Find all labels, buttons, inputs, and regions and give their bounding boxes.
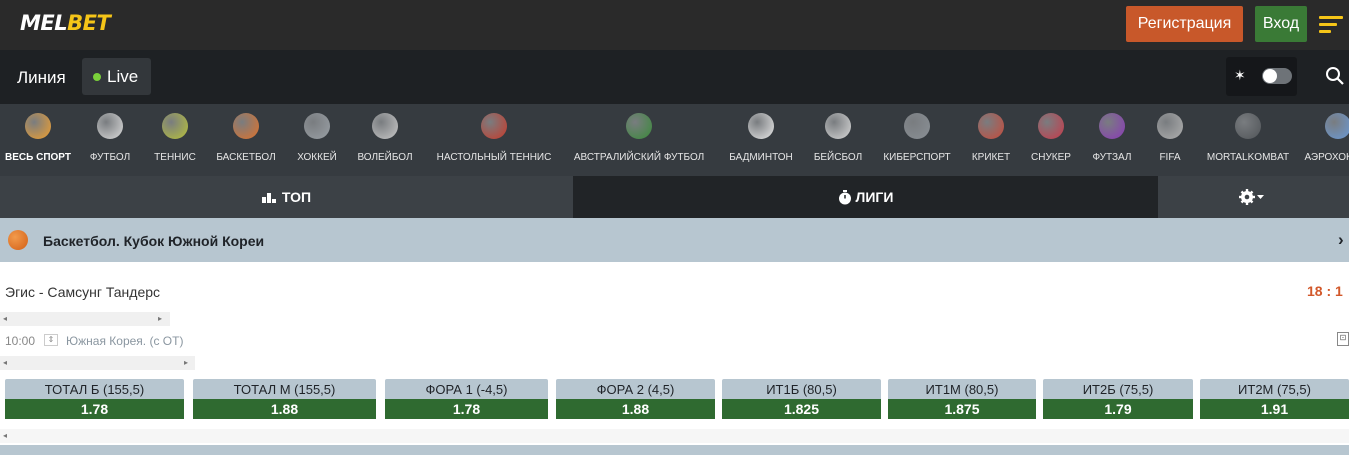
horizontal-scrollbar[interactable]: ◂ ▸ bbox=[0, 312, 170, 326]
basketball-icon bbox=[233, 113, 259, 139]
odds-value-button[interactable]: 1.91 bbox=[1200, 399, 1349, 419]
league-header[interactable]: Баскетбол. Кубок Южной Кореи › bbox=[0, 218, 1349, 262]
baseball-icon bbox=[825, 113, 851, 139]
nav-live-button[interactable]: Live bbox=[82, 58, 151, 95]
sport-label: Австралийский футбол bbox=[573, 152, 705, 163]
register-button[interactable]: Регистрация bbox=[1126, 6, 1243, 42]
sport-label: FIFA bbox=[1159, 152, 1181, 163]
sort-arrows-icon[interactable]: ⇕ bbox=[44, 334, 58, 346]
sport-item-volleyball[interactable]: Волейбол bbox=[325, 104, 445, 176]
bar-chart-icon bbox=[261, 193, 276, 203]
mortalkombat-icon bbox=[1235, 113, 1261, 139]
theme-toggle[interactable]: ✶ bbox=[1226, 57, 1297, 96]
sports-bar: Весь спорт Футбол Теннис Баскетбол Хоккей Вол… bbox=[0, 104, 1349, 176]
odds-value-button[interactable]: 1.88 bbox=[556, 399, 715, 419]
chevron-right-icon[interactable]: › bbox=[1338, 230, 1344, 250]
sport-label: Волейбол bbox=[357, 152, 413, 163]
badminton-icon bbox=[748, 113, 774, 139]
top-header: MELBET Регистрация Вход bbox=[0, 0, 1349, 50]
odds-label: ИТ1Б (80,5) bbox=[722, 379, 881, 399]
odds-value-button[interactable]: 1.78 bbox=[5, 399, 184, 419]
horizontal-scrollbar[interactable]: ◂ ▸ bbox=[0, 356, 195, 370]
all-sports-icon bbox=[25, 113, 51, 139]
air-hockey-icon bbox=[1325, 113, 1349, 139]
odds-label: ИТ2М (75,5) bbox=[1200, 379, 1349, 399]
match-teams[interactable]: Эгис - Самсунг Тандерс bbox=[5, 284, 160, 300]
esports-icon bbox=[904, 113, 930, 139]
odds-label: ТОТАЛ Б (155,5) bbox=[5, 379, 184, 399]
odds-label: ИТ1М (80,5) bbox=[888, 379, 1036, 399]
tab-settings[interactable] bbox=[1158, 176, 1349, 218]
match-card: Эгис - Самсунг Тандерс 18 : 1 ◂ ▸ 10:00 ⇕… bbox=[0, 262, 1349, 455]
sport-item-aussie-football[interactable]: Австралийский футбол bbox=[574, 104, 704, 176]
toggle-switch[interactable] bbox=[1262, 68, 1292, 84]
odds-cell[interactable]: ТОТАЛ Б (155,5) 1.78 bbox=[5, 379, 184, 419]
sparkle-icon: ✶ bbox=[1234, 67, 1246, 83]
sport-label: Настольный теннис bbox=[436, 152, 552, 163]
tab-top[interactable]: ТОП bbox=[0, 176, 573, 218]
next-league-strip bbox=[0, 445, 1349, 455]
horizontal-scrollbar[interactable]: ◂ bbox=[0, 429, 1349, 443]
melbet-logo[interactable]: MELBET bbox=[20, 11, 111, 35]
search-icon[interactable] bbox=[1324, 65, 1346, 87]
odds-cell[interactable]: ТОТАЛ М (155,5) 1.88 bbox=[193, 379, 376, 419]
sport-label: Бейсбол bbox=[813, 152, 863, 163]
tab-leagues[interactable]: ЛИГИ bbox=[573, 176, 1158, 218]
odds-cell[interactable]: ФОРА 2 (4,5) 1.88 bbox=[556, 379, 715, 419]
match-country: Южная Корея. (с ОТ) bbox=[66, 334, 184, 348]
tennis-icon bbox=[162, 113, 188, 139]
tabs-bar: ТОП ЛИГИ bbox=[0, 176, 1349, 218]
odds-label: ФОРА 1 (-4,5) bbox=[385, 379, 548, 399]
basketball-icon bbox=[8, 230, 28, 250]
expand-icon[interactable]: ⊡ bbox=[1337, 332, 1349, 346]
gear-icon bbox=[1238, 189, 1264, 205]
stopwatch-icon bbox=[838, 189, 851, 204]
odds-cell[interactable]: ИТ2М (75,5) 1.91 bbox=[1200, 379, 1349, 419]
volleyball-icon bbox=[372, 113, 398, 139]
aussie-football-icon bbox=[626, 113, 652, 139]
odds-cell[interactable]: ИТ2Б (75,5) 1.79 bbox=[1043, 379, 1193, 419]
sport-item-table-tennis[interactable]: Настольный теннис bbox=[434, 104, 554, 176]
live-dot-icon bbox=[93, 72, 101, 81]
table-tennis-icon bbox=[481, 113, 507, 139]
odds-label: ТОТАЛ М (155,5) bbox=[193, 379, 376, 399]
section-nav: Линия Live ✶ bbox=[0, 50, 1349, 104]
league-name: Баскетбол. Кубок Южной Кореи bbox=[43, 233, 265, 249]
fifa-icon bbox=[1157, 113, 1183, 139]
match-time: 10:00 bbox=[5, 334, 36, 348]
odds-label: ФОРА 2 (4,5) bbox=[556, 379, 715, 399]
sport-item-air-hockey[interactable]: Аэрохоккей bbox=[1278, 104, 1349, 176]
sport-label: Аэрохоккей bbox=[1304, 152, 1349, 163]
sport-label: MortalKombat bbox=[1206, 152, 1290, 163]
odds-value-button[interactable]: 1.88 bbox=[193, 399, 376, 419]
hamburger-menu-icon[interactable] bbox=[1319, 16, 1343, 34]
odds-label: ИТ2Б (75,5) bbox=[1043, 379, 1193, 399]
odds-value-button[interactable]: 1.79 bbox=[1043, 399, 1193, 419]
odds-cell[interactable]: ИТ1М (80,5) 1.875 bbox=[888, 379, 1036, 419]
login-button[interactable]: Вход bbox=[1255, 6, 1307, 42]
nav-line-link[interactable]: Линия bbox=[17, 68, 66, 88]
odds-value-button[interactable]: 1.78 bbox=[385, 399, 548, 419]
odds-value-button[interactable]: 1.825 bbox=[722, 399, 881, 419]
odds-cell[interactable]: ИТ1Б (80,5) 1.825 bbox=[722, 379, 881, 419]
match-score: 18 : 1 bbox=[1307, 283, 1343, 299]
odds-cell[interactable]: ФОРА 1 (-4,5) 1.78 bbox=[385, 379, 548, 419]
odds-value-button[interactable]: 1.875 bbox=[888, 399, 1036, 419]
